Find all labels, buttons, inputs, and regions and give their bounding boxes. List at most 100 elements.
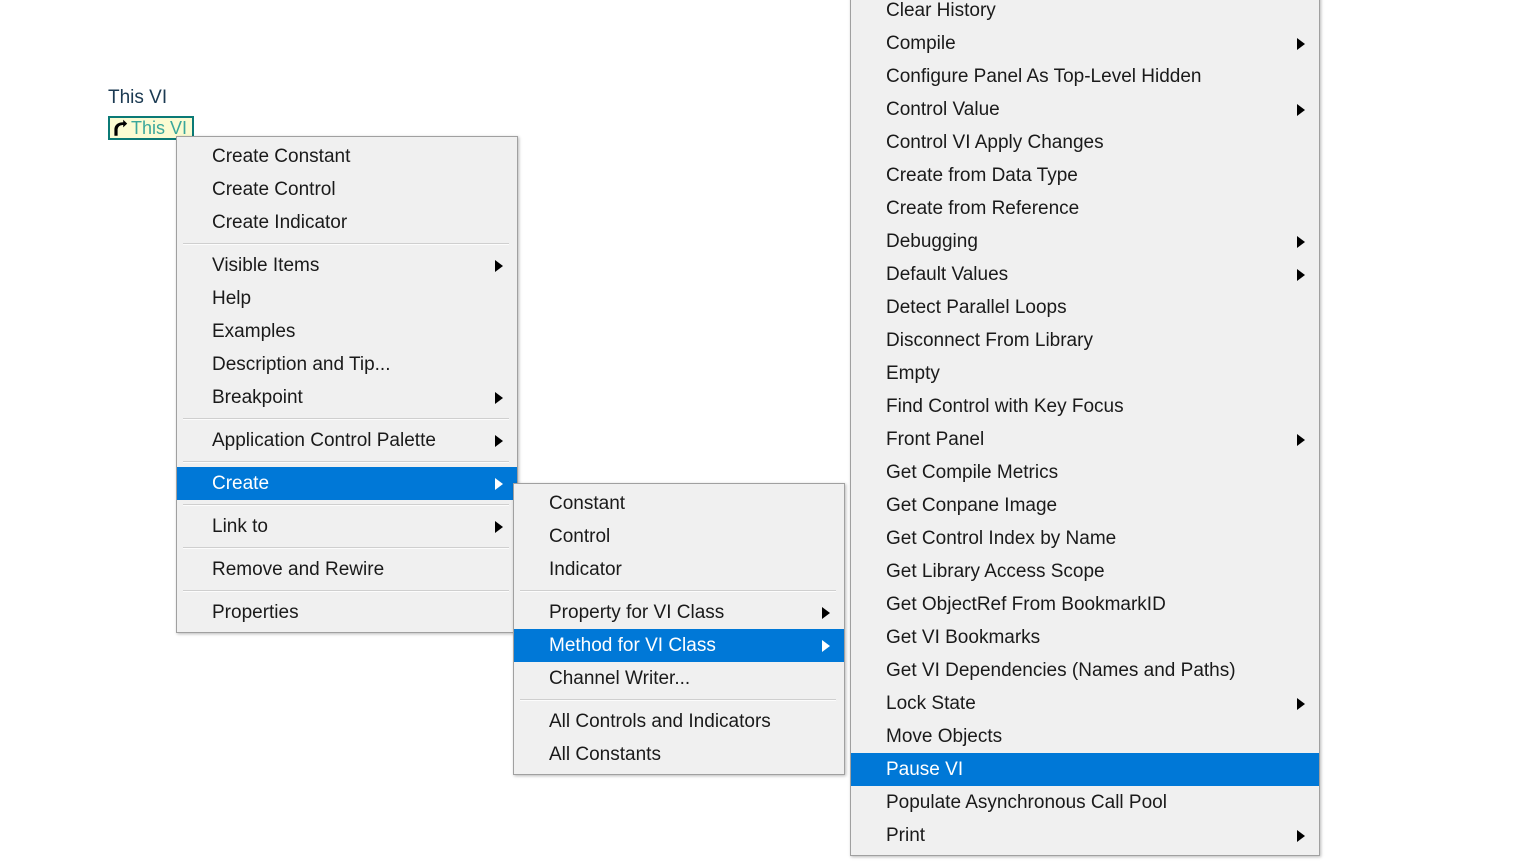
menu-item-create-indicator[interactable]: Create Indicator [177,206,517,239]
menu-item-label: Populate Asynchronous Call Pool [886,792,1167,813]
menu-item-get-control-index-by-name[interactable]: Get Control Index by Name [851,522,1319,555]
menu-item-default-values[interactable]: Default Values [851,258,1319,291]
submenu-arrow-icon [1297,433,1305,446]
menu-item-disconnect-from-library[interactable]: Disconnect From Library [851,324,1319,357]
menu-item-indicator[interactable]: Indicator [514,553,844,586]
menu-item-label: Detect Parallel Loops [886,297,1067,318]
menu-item-debugging[interactable]: Debugging [851,225,1319,258]
submenu-arrow-icon [1297,268,1305,281]
menu-item-create-constant[interactable]: Create Constant [177,140,517,173]
submenu-arrow-icon [495,259,503,272]
menu-separator [183,418,509,420]
menu-item-label: All Controls and Indicators [549,711,771,732]
menu-item-label: Create Indicator [212,212,348,233]
menu-item-front-panel[interactable]: Front Panel [851,423,1319,456]
menu-item-label: Get Library Access Scope [886,561,1105,582]
menu-item-label: Properties [212,602,299,623]
menu-item-help[interactable]: Help [177,282,517,315]
submenu-arrow-icon [495,520,503,533]
menu-item-link-to[interactable]: Link to [177,510,517,543]
menu-item-properties[interactable]: Properties [177,596,517,629]
menu-item-label: Link to [212,516,268,537]
menu-separator [183,547,509,549]
menu-item-label: Create from Reference [886,198,1080,219]
menu-item-label: Remove and Rewire [212,559,385,580]
menu-item-description-and-tip[interactable]: Description and Tip... [177,348,517,381]
submenu-arrow-icon [1297,235,1305,248]
menu-item-create[interactable]: Create [177,467,517,500]
submenu-arrow-icon [495,391,503,404]
menu-item-get-vi-dependencies-names-and-paths[interactable]: Get VI Dependencies (Names and Paths) [851,654,1319,687]
menu-separator [183,461,509,463]
menu-item-empty[interactable]: Empty [851,357,1319,390]
menu-item-label: Get Control Index by Name [886,528,1117,549]
menu-item-get-conpane-image[interactable]: Get Conpane Image [851,489,1319,522]
menu-item-label: Configure Panel As Top-Level Hidden [886,66,1202,87]
menu-item-property-for-vi-class[interactable]: Property for VI Class [514,596,844,629]
menu-item-application-control-palette[interactable]: Application Control Palette [177,424,517,457]
menu-item-method-for-vi-class[interactable]: Method for VI Class [514,629,844,662]
submenu-arrow-icon [1297,697,1305,710]
menu-item-all-constants[interactable]: All Constants [514,738,844,771]
menu-item-label: Get VI Bookmarks [886,627,1041,648]
menu-item-label: Create Control [212,179,336,200]
menu-item-label: All Constants [549,744,661,765]
menu-item-label: Help [212,288,252,309]
menu-item-label: Create Constant [212,146,351,167]
menu-item-channel-writer[interactable]: Channel Writer... [514,662,844,695]
menu-item-examples[interactable]: Examples [177,315,517,348]
menu-item-control-vi-apply-changes[interactable]: Control VI Apply Changes [851,126,1319,159]
menu-item-find-control-with-key-focus[interactable]: Find Control with Key Focus [851,390,1319,423]
submenu-arrow-icon [1297,103,1305,116]
menu-item-get-library-access-scope[interactable]: Get Library Access Scope [851,555,1319,588]
menu-item-label: Get Conpane Image [886,495,1058,516]
menu-item-control[interactable]: Control [514,520,844,553]
menu-item-label: Empty [886,363,940,384]
menu-item-all-controls-and-indicators[interactable]: All Controls and Indicators [514,705,844,738]
menu-item-lock-state[interactable]: Lock State [851,687,1319,720]
menu-item-create-control[interactable]: Create Control [177,173,517,206]
menu-item-create-from-data-type[interactable]: Create from Data Type [851,159,1319,192]
method-for-vi-class-submenu[interactable]: Clear History Compile Configure Panel As T… [850,0,1320,856]
menu-item-label: Get ObjectRef From BookmarkID [886,594,1166,615]
menu-item-get-objectref-from-bookmarkid[interactable]: Get ObjectRef From BookmarkID [851,588,1319,621]
menu-item-label: Front Panel [886,429,985,450]
submenu-arrow-icon [822,606,830,619]
menu-item-create-from-reference[interactable]: Create from Reference [851,192,1319,225]
menu-item-visible-items[interactable]: Visible Items [177,249,517,282]
menu-item-label: Examples [212,321,296,342]
menu-item-populate-asynchronous-call-pool[interactable]: Populate Asynchronous Call Pool [851,786,1319,819]
menu-item-pause-vi[interactable]: Pause VI [851,753,1319,786]
menu-item-configure-panel-as-top-level-hidden[interactable]: Configure Panel As Top-Level Hidden [851,60,1319,93]
menu-item-label: Default Values [886,264,1009,285]
menu-item-label: Find Control with Key Focus [886,396,1124,417]
this-vi-reference-icon [114,119,128,136]
this-vi-context-menu[interactable]: Create Constant Create Control Create Indi… [176,136,518,633]
menu-item-detect-parallel-loops[interactable]: Detect Parallel Loops [851,291,1319,324]
menu-item-label: Control [549,526,611,547]
menu-item-get-compile-metrics[interactable]: Get Compile Metrics [851,456,1319,489]
menu-item-compile[interactable]: Compile [851,27,1319,60]
create-submenu[interactable]: Constant Control Indicator Property for VI … [513,483,845,775]
submenu-arrow-icon [1297,37,1305,50]
menu-item-label: Get Compile Metrics [886,462,1059,483]
menu-separator [520,699,836,701]
menu-item-label: Print [886,825,926,846]
menu-item-clear-history[interactable]: Clear History [851,0,1319,27]
menu-separator [183,504,509,506]
menu-item-move-objects[interactable]: Move Objects [851,720,1319,753]
menu-item-label: Property for VI Class [549,602,725,623]
menu-item-print[interactable]: Print [851,819,1319,852]
menu-item-breakpoint[interactable]: Breakpoint [177,381,517,414]
menu-item-label: Clear History [886,0,996,21]
menu-item-constant[interactable]: Constant [514,487,844,520]
menu-item-label: Create from Data Type [886,165,1078,186]
menu-item-remove-and-rewire[interactable]: Remove and Rewire [177,553,517,586]
menu-item-get-vi-bookmarks[interactable]: Get VI Bookmarks [851,621,1319,654]
menu-item-label: Create [212,473,270,494]
menu-item-label: Get VI Dependencies (Names and Paths) [886,660,1236,681]
menu-item-control-value[interactable]: Control Value [851,93,1319,126]
this-vi-node-label: This VI [131,118,188,138]
menu-item-label: Move Objects [886,726,1003,747]
menu-item-label: Method for VI Class [549,635,716,656]
